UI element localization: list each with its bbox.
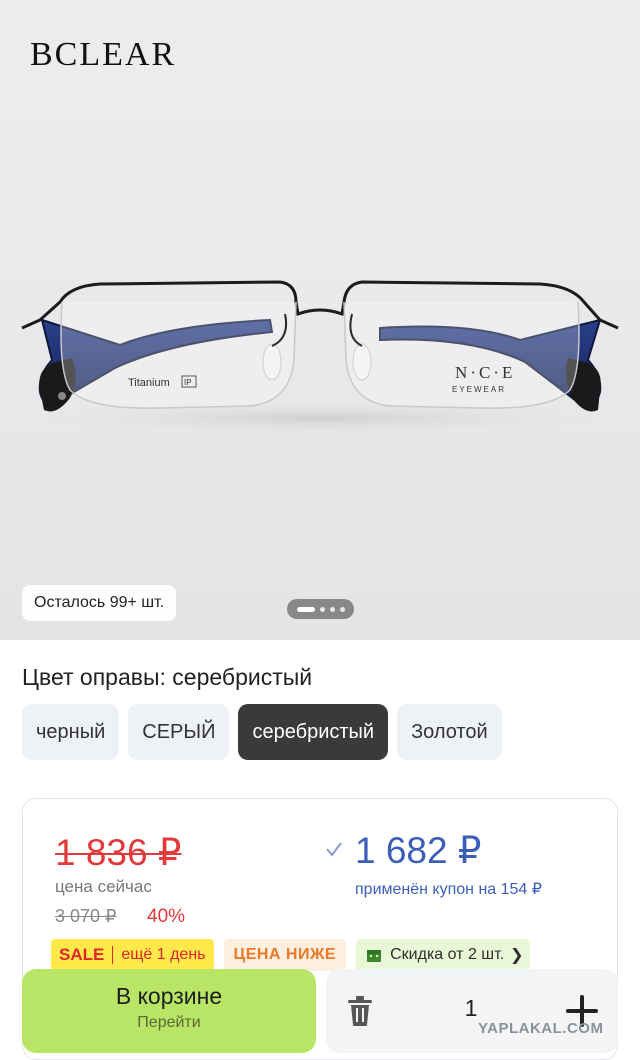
gift-icon xyxy=(367,950,382,962)
sale-word: SALE xyxy=(59,945,105,964)
promo-tags: SALE ещё 1 день ЦЕНА НИЖЕ Скидка от 2 шт… xyxy=(51,939,530,971)
quantity-stepper: 1 xyxy=(326,969,618,1053)
brand-logo: BCLEAR xyxy=(30,36,177,73)
color-options: черный СЕРЫЙ серебристый Золотой xyxy=(22,704,502,760)
multi-buy-discount-tag[interactable]: Скидка от 2 шт. ❯ xyxy=(356,939,530,971)
quantity-value: 1 xyxy=(464,995,478,1021)
stock-badge: Осталось 99+ шт. xyxy=(22,585,177,621)
coupon-price: 1 682 ₽ xyxy=(355,830,482,871)
go-to-cart-label: Перейти xyxy=(137,1014,201,1031)
discount-percent: 40% xyxy=(147,906,186,927)
lens-logo-sub-text: EYEWEAR xyxy=(452,385,506,394)
gallery-pagination[interactable] xyxy=(287,599,354,619)
sale-divider xyxy=(112,946,114,964)
color-option-silver[interactable]: серебристый xyxy=(238,704,389,760)
sale-tag[interactable]: SALE ещё 1 день xyxy=(51,939,214,971)
pagination-dot-active[interactable] xyxy=(296,606,315,612)
product-image-gallery[interactable]: BCLEAR Titanium IP N·C·E EYEWEAR Осталос… xyxy=(0,0,640,640)
pagination-dot[interactable] xyxy=(339,606,345,612)
check-icon xyxy=(326,842,342,857)
pagination-dot[interactable] xyxy=(329,606,335,612)
coupon-applied-note[interactable]: применён купон на 154 ₽ xyxy=(355,879,595,899)
trash-icon[interactable] xyxy=(346,995,374,1027)
frame-color-title: Цвет оправы: серебристый xyxy=(22,664,313,690)
in-cart-label: В корзине xyxy=(115,983,223,1009)
lens-logo-text: N·C·E xyxy=(455,363,515,382)
chevron-right-icon: ❯ xyxy=(510,947,524,964)
glasses-product-image: Titanium IP N·C·E EYEWEAR xyxy=(20,280,620,436)
sale-days-left: ещё 1 день xyxy=(121,946,206,963)
watermark: YAPLAKAL.COM xyxy=(478,1020,604,1037)
temple-badge-text: IP xyxy=(184,378,192,387)
pagination-dot[interactable] xyxy=(319,606,325,612)
in-cart-button[interactable]: В корзине Перейти xyxy=(22,969,316,1053)
crossed-price: 1 836 ₽ xyxy=(55,832,182,873)
color-option-gold[interactable]: Золотой xyxy=(397,704,502,760)
color-option-black[interactable]: черный xyxy=(22,704,120,760)
temple-print-text: Titanium xyxy=(128,377,170,389)
multi-buy-text: Скидка от 2 шт. xyxy=(390,946,505,963)
price-now-label: цена сейчас xyxy=(55,877,152,896)
original-price: 3 070 ₽ xyxy=(55,906,117,926)
lower-price-tag[interactable]: ЦЕНА НИЖЕ xyxy=(223,939,347,971)
color-option-gray[interactable]: СЕРЫЙ xyxy=(128,704,230,760)
